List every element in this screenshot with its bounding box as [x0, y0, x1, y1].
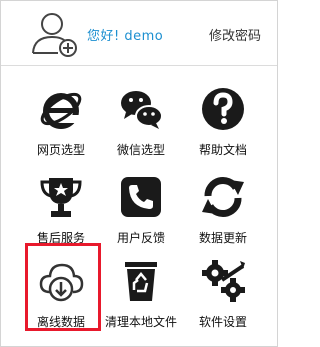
change-password-link[interactable]: 修改密码: [209, 25, 261, 44]
refresh-icon: [202, 176, 244, 218]
tile-software-settings[interactable]: 软件设置: [181, 249, 265, 333]
help-icon: [202, 88, 244, 130]
settings-gears-icon: [202, 260, 245, 302]
menu-panel: 您好! demo 修改密码 网页选型 微信选型 帮助文档 售后服务 用户反馈 数…: [0, 0, 278, 347]
tile-label: 清理本地文件: [104, 315, 177, 329]
tile-label: 网页选型: [36, 143, 85, 157]
ie-browser-icon: [40, 92, 82, 129]
wechat-icon: [121, 91, 163, 129]
tile-label: 数据更新: [198, 231, 247, 245]
tile-label: 软件设置: [198, 315, 247, 329]
tile-after-sales[interactable]: 售后服务: [19, 165, 103, 249]
user-header: 您好! demo 修改密码: [1, 1, 277, 66]
tile-web-selection[interactable]: 网页选型: [19, 77, 103, 161]
tile-label: 微信选型: [116, 143, 165, 157]
recycle-bin-icon: [125, 262, 157, 301]
tile-wechat-selection[interactable]: 微信选型: [99, 77, 183, 161]
tile-clear-local-files[interactable]: 清理本地文件: [99, 249, 183, 333]
tile-user-feedback[interactable]: 用户反馈: [99, 165, 183, 249]
greeting-text: 您好! demo: [87, 29, 164, 44]
tile-data-update[interactable]: 数据更新: [181, 165, 265, 249]
tile-label: 帮助文档: [198, 143, 247, 157]
trophy-icon: [40, 178, 82, 217]
user-avatar-icon[interactable]: [30, 9, 80, 59]
phone-icon: [121, 177, 161, 217]
tile-help-docs[interactable]: 帮助文档: [181, 77, 265, 161]
selection-highlight: [25, 243, 101, 331]
tile-label: 用户反馈: [116, 231, 165, 245]
